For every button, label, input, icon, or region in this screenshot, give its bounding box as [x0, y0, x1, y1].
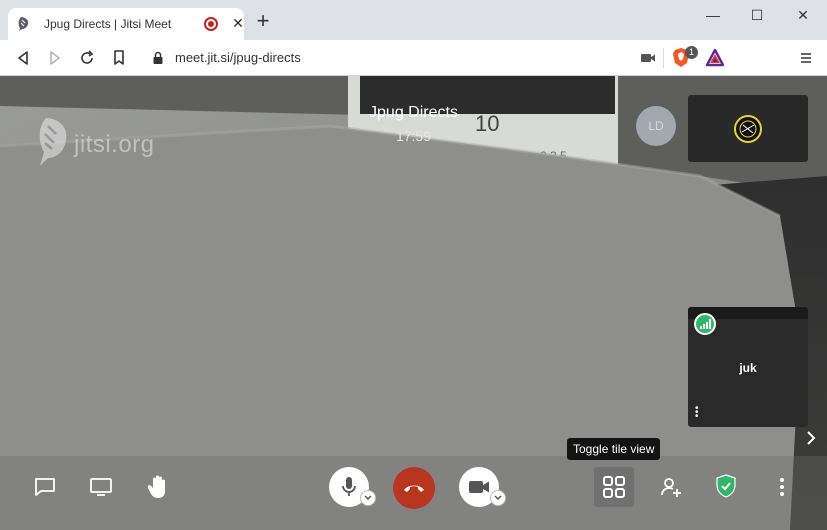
invite-icon: [661, 478, 681, 497]
shield-icon: [716, 474, 736, 498]
minimize-button[interactable]: —: [698, 6, 728, 24]
bookmark-button[interactable]: [109, 48, 129, 68]
local-video-thumbnail[interactable]: [688, 95, 808, 162]
tooltip: Toggle tile view: [567, 438, 661, 460]
browser-window: Jpug Directs | Jitsi Meet ✕ + — ☐ ✕ meet…: [0, 0, 827, 530]
jitsi-favicon-icon: [16, 16, 32, 32]
raise-hand-icon: [147, 475, 165, 498]
meeting-stage: 10 2 3 5 jitsi.org Jpug Directs 17:59 LD: [0, 76, 827, 530]
chat-icon: [35, 478, 55, 496]
tile-view-icon: [603, 476, 625, 498]
screenshare-button[interactable]: [86, 473, 116, 501]
browser-toolbar: meet.jit.si/jpug-directs 1: [0, 40, 827, 76]
jitsi-logo-icon: [36, 116, 70, 173]
omnibox-divider: [663, 48, 664, 68]
browser-menu-icon[interactable]: [796, 48, 816, 68]
more-icon: [780, 478, 784, 496]
brave-rewards-icon[interactable]: [705, 48, 725, 73]
raise-hand-button[interactable]: [142, 471, 174, 503]
participant-avatar-icon: [733, 114, 763, 149]
brave-badge: 1: [685, 46, 698, 59]
maximize-button[interactable]: ☐: [742, 6, 772, 24]
more-options-button[interactable]: [770, 473, 794, 501]
close-tab-icon[interactable]: ✕: [230, 15, 246, 31]
thumbnail-menu-icon[interactable]: • • •: [695, 404, 699, 422]
screenshare-icon: [90, 478, 112, 496]
tab-strip: Jpug Directs | Jitsi Meet ✕ + — ☐ ✕: [0, 0, 827, 40]
address-bar[interactable]: meet.jit.si/jpug-directs: [140, 44, 734, 72]
tile-view-button[interactable]: [594, 467, 634, 507]
close-window-button[interactable]: ✕: [788, 6, 818, 24]
avatar: LD: [636, 106, 676, 146]
remote-video-thumbnail[interactable]: juk • • •: [688, 307, 808, 427]
hangup-icon: [404, 485, 424, 492]
invite-button[interactable]: [657, 473, 685, 501]
camera-icon: [469, 481, 489, 493]
chevron-right-icon[interactable]: [806, 430, 820, 448]
chat-button[interactable]: [30, 473, 60, 501]
recording-indicator-icon: [204, 17, 218, 31]
participant-name: juk: [739, 361, 757, 375]
browser-tab[interactable]: Jpug Directs | Jitsi Meet ✕: [8, 8, 244, 40]
microphone-options-icon[interactable]: [360, 490, 376, 506]
hangup-button[interactable]: [393, 467, 435, 509]
tab-title: Jpug Directs | Jitsi Meet: [44, 17, 172, 31]
back-button[interactable]: [13, 48, 33, 68]
camera-permission-icon[interactable]: [640, 51, 656, 70]
connection-indicator-icon[interactable]: [694, 313, 716, 335]
security-button[interactable]: [712, 472, 740, 500]
microphone-icon: [342, 477, 356, 496]
url-text[interactable]: meet.jit.si/jpug-directs: [175, 50, 301, 65]
lock-icon[interactable]: [152, 51, 164, 70]
forward-button[interactable]: [45, 48, 65, 68]
jitsi-watermark: jitsi.org: [36, 116, 155, 173]
reload-button[interactable]: [77, 48, 97, 68]
camera-options-icon[interactable]: [490, 490, 506, 506]
new-tab-button[interactable]: +: [254, 10, 272, 32]
